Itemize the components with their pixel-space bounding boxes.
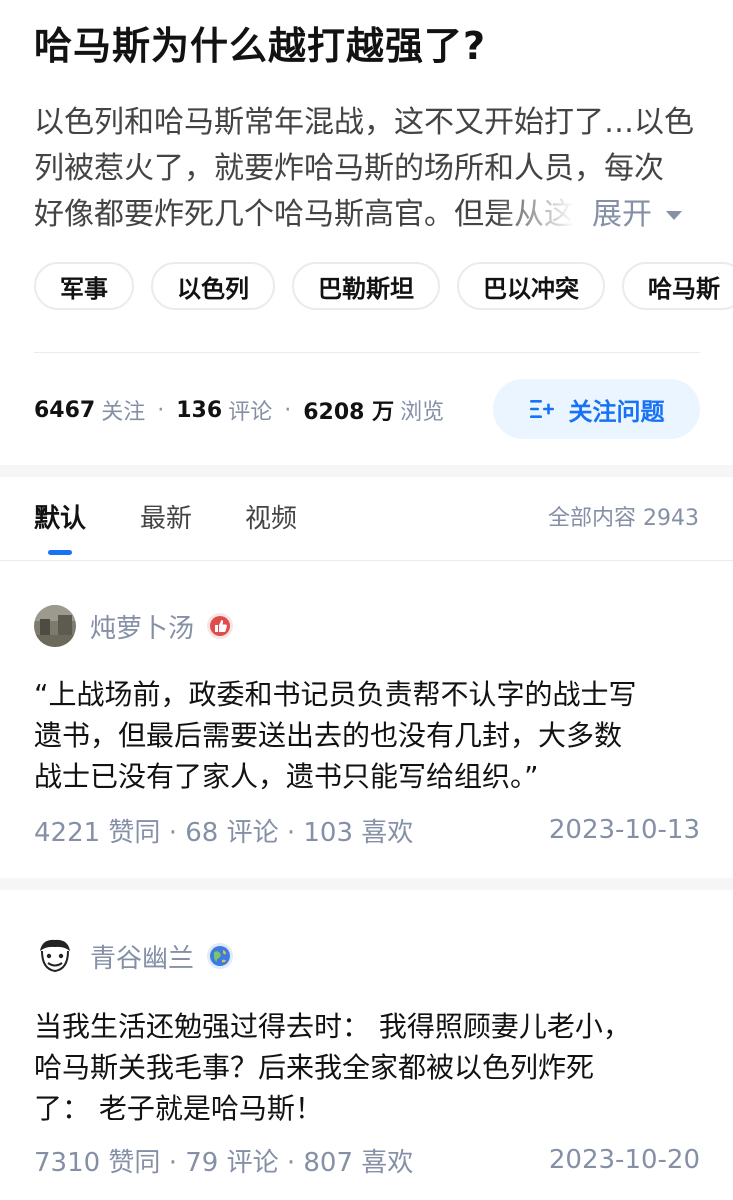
question-title[interactable]: 哈马斯为什么越打越强了? [34,18,486,74]
answer-line: 了： 老子就是哈马斯！ [34,1092,323,1125]
section-separator [0,465,733,477]
follow-question-button[interactable]: 关注问题 [493,379,700,439]
answer-line: 哈马斯关我毛事？后来我全家都被以色列炸死 [34,1051,595,1084]
answer-sort-tabs: 默认 最新 视频 全部内容 2943 [0,477,733,561]
section-separator [0,878,733,890]
answer-line: 遗书，但最后需要送出去的也没有几封，大多数 [34,719,623,752]
answer-excerpt[interactable]: 当我生活还勉强过得去时： 我得照顾妻儿老小， 哈马斯关我毛事？后来我全家都被以色… [34,1006,704,1129]
question-excerpt[interactable]: 以色列和哈马斯常年混战，这不又开始打了…以色 列被惹火了，就要炸哈马斯的场所和人… [34,100,704,240]
tab-label: 视频 [245,504,298,534]
dot-separator: · [157,397,165,423]
thumb-badge-icon [207,613,234,639]
answer-date: 2023-10-20 [548,1145,700,1175]
excerpt-line: 列被惹火了，就要炸哈马斯的场所和人员，每次 [34,151,664,186]
question-header: 哈马斯为什么越打越强了? 以色列和哈马斯常年混战，这不又开始打了…以色 列被惹火… [0,0,733,465]
excerpt-line: 以色列和哈马斯常年混战，这不又开始打了…以色 [34,105,694,140]
followers-label: 关注 [101,400,146,425]
answer-date: 2023-10-13 [548,815,700,845]
globe-badge-icon [207,943,234,969]
author-row: 青谷幽兰 [34,934,234,978]
answer-card[interactable]: 炖萝卜汤 “上战场前，政委和书记员负责帮不认字的战士写 遗书，但最后需要送出去的… [0,562,733,878]
answer-line: 当我生活还勉强过得去时： 我得照顾妻儿老小， [34,1010,631,1043]
topic-tags: 军事 以色列 巴勒斯坦 巴以冲突 哈马斯 [34,262,733,310]
author-row: 炖萝卜汤 [34,604,234,648]
answer-meta: 4221 赞同 · 68 评论 · 103 喜欢 2023-10-13 [34,810,700,850]
question-stats: 6467 关注 · 136 评论 · 6208 万 浏览 [34,390,444,430]
answer-excerpt[interactable]: “上战场前，政委和书记员负责帮不认字的战士写 遗书，但最后需要送出去的也没有几封… [34,674,704,797]
answer-stats: 4221 赞同 · 68 评论 · 103 喜欢 [34,817,414,848]
avatar[interactable] [34,935,76,977]
expand-label: 展开 [592,197,652,232]
answer-card[interactable]: 青谷幽兰 当我生活还勉强过得去时： 我得照顾妻儿老小， 哈马斯关我毛事？后来我全… [0,890,733,1200]
answer-line: 战士已没有了家人，遗书只能写给组织。” [34,760,539,793]
views-label: 浏览 [400,400,445,425]
topic-tag[interactable]: 以色列 [151,262,275,310]
views-count: 6208 万 [303,400,395,425]
follow-button-label: 关注问题 [568,397,665,426]
active-tab-indicator [48,550,72,555]
comments-label[interactable]: 评论 [228,394,272,426]
author-name[interactable]: 青谷幽兰 [90,938,194,975]
caret-down-icon [666,210,682,220]
followers-count: 6467 [34,397,96,423]
expand-button[interactable]: 展开 [592,192,704,238]
author-name[interactable]: 炖萝卜汤 [90,608,194,645]
tab-video[interactable]: 视频 [245,477,297,561]
topic-tag[interactable]: 军事 [34,262,134,310]
tab-default[interactable]: 默认 [34,477,86,561]
divider [34,352,700,353]
tab-label: 默认 [34,504,87,534]
content-count: 全部内容 2943 [548,506,699,531]
topic-tag[interactable]: 巴勒斯坦 [292,262,440,310]
tab-label: 最新 [140,504,193,534]
answer-line: “上战场前，政委和书记员负责帮不认字的战士写 [34,678,637,711]
topic-tag[interactable]: 哈马斯 [622,262,733,310]
comments-count[interactable]: 136 [176,398,222,423]
answer-meta: 7310 赞同 · 79 评论 · 807 喜欢 2023-10-20 [34,1140,700,1180]
dot-separator: · [284,397,292,423]
avatar[interactable] [34,605,76,647]
answer-stats: 7310 赞同 · 79 评论 · 807 喜欢 [34,1147,414,1178]
tab-latest[interactable]: 最新 [140,477,192,561]
topic-tag[interactable]: 巴以冲突 [457,262,605,310]
follow-plus-icon [529,400,554,418]
